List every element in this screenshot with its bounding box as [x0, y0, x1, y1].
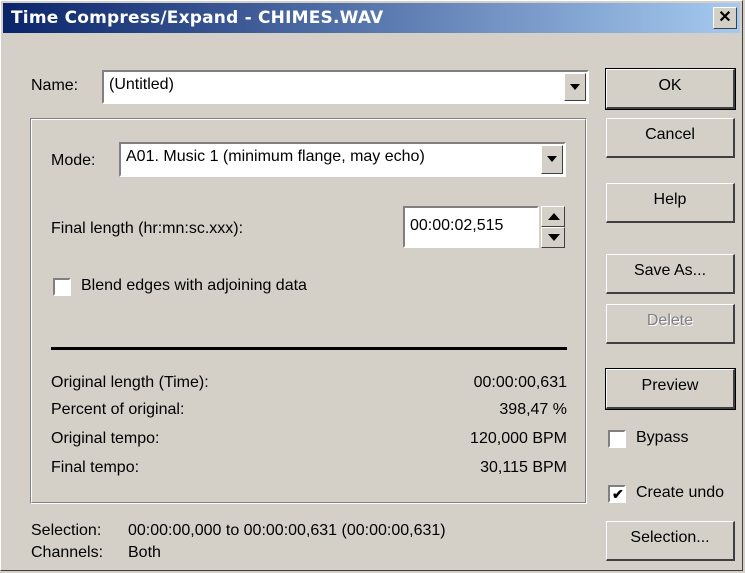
selection-info-label: Selection: — [31, 522, 102, 539]
selection-info-value: 00:00:00,000 to 00:00:00,631 (00:00:00,6… — [128, 522, 446, 539]
spin-down-button[interactable] — [541, 227, 565, 248]
title-bar[interactable]: Time Compress/Expand - CHIMES.WAV ✕ — [3, 3, 740, 33]
bypass-checkbox[interactable] — [608, 430, 626, 448]
stat-value: 30,115 BPM — [480, 459, 567, 476]
stat-label: Original length (Time): — [51, 374, 209, 391]
ok-button[interactable]: OK — [605, 68, 736, 110]
preview-button-label: Preview — [641, 377, 699, 394]
save-as-button-label: Save As... — [633, 262, 707, 279]
blend-edges-checkbox[interactable] — [53, 278, 71, 296]
selection-button-label: Selection... — [630, 529, 710, 546]
mode-dropdown-button[interactable] — [541, 145, 563, 174]
delete-button[interactable]: Delete — [606, 304, 735, 344]
stat-label: Original tempo: — [51, 430, 160, 447]
dialog-window: Time Compress/Expand - CHIMES.WAV ✕ Name… — [0, 0, 743, 571]
mode-value: A01. Music 1 (minimum flange, may echo) — [126, 148, 425, 165]
name-dropdown-button[interactable] — [564, 73, 586, 101]
final-length-label: Final length (hr:mn:sc.xxx): — [51, 220, 244, 237]
preview-button[interactable]: Preview — [605, 368, 736, 410]
help-button[interactable]: Help — [606, 183, 735, 223]
final-length-spinner — [541, 206, 565, 248]
channels-info-value: Both — [128, 544, 161, 561]
selection-button[interactable]: Selection... — [606, 521, 735, 561]
close-icon: ✕ — [718, 9, 732, 26]
stat-value: 398,47 % — [499, 401, 567, 418]
stat-value: 00:00:00,631 — [473, 374, 567, 391]
delete-button-label: Delete — [646, 312, 694, 329]
stat-label: Percent of original: — [51, 401, 185, 418]
create-undo-label: Create undo — [636, 484, 725, 501]
cancel-button-label: Cancel — [645, 126, 695, 143]
name-label: Name: — [31, 77, 79, 94]
save-as-button[interactable]: Save As... — [606, 254, 735, 294]
window-title: Time Compress/Expand - CHIMES.WAV — [11, 8, 384, 28]
final-length-input[interactable]: 00:00:02,515 — [403, 206, 539, 248]
final-length-value: 00:00:02,515 — [410, 217, 504, 234]
ok-button-label: OK — [658, 77, 682, 94]
spin-up-button[interactable] — [541, 206, 565, 227]
create-undo-checkbox[interactable]: ✔ — [608, 485, 626, 503]
checkmark-icon: ✔ — [612, 486, 624, 502]
name-combobox[interactable]: (Untitled) — [102, 70, 589, 104]
bypass-label: Bypass — [636, 429, 689, 446]
stat-value: 120,000 BPM — [470, 430, 567, 447]
blend-edges-label: Blend edges with adjoining data — [81, 277, 307, 294]
help-button-label: Help — [653, 191, 687, 208]
name-value: (Untitled) — [109, 76, 174, 93]
channels-info-label: Channels: — [31, 544, 104, 561]
close-button[interactable]: ✕ — [713, 7, 737, 29]
cancel-button[interactable]: Cancel — [606, 118, 735, 158]
mode-label: Mode: — [51, 152, 96, 169]
stat-label: Final tempo: — [51, 459, 140, 476]
mode-combobox[interactable]: A01. Music 1 (minimum flange, may echo) — [119, 142, 566, 177]
separator-line — [51, 347, 567, 350]
